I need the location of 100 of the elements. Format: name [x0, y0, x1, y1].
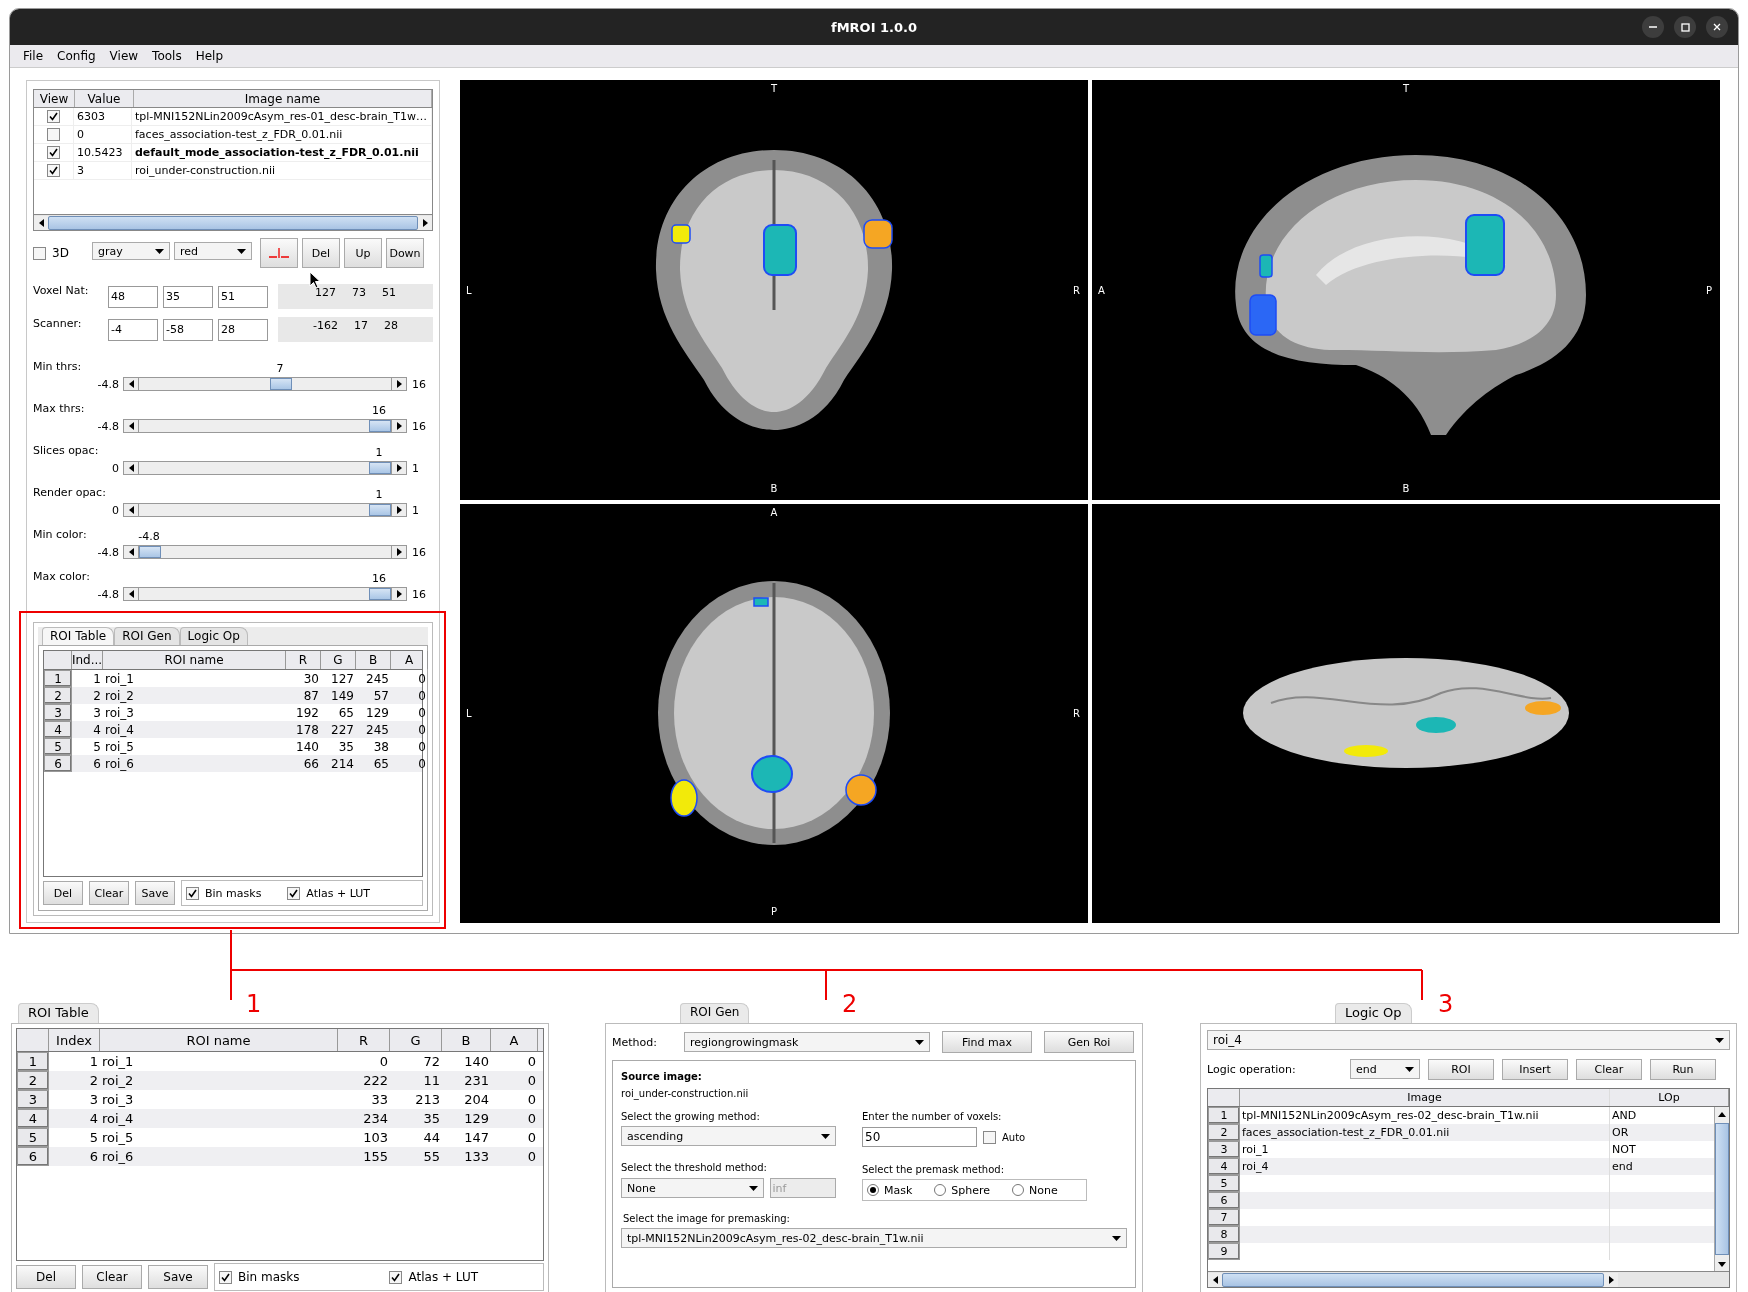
coordinate-field[interactable]: 28 — [218, 318, 268, 341]
crosshair-button[interactable] — [260, 238, 298, 268]
column-header[interactable]: Image — [1240, 1089, 1610, 1106]
panel-button[interactable]: Down — [386, 238, 424, 268]
premask-image-dropdown[interactable]: tpl-MNI152NLin2009cAsym_res-02_desc-brain_T1w.nii — [621, 1228, 1127, 1248]
panel-button[interactable]: Insert — [1502, 1058, 1568, 1080]
column-header[interactable]: ROI name — [100, 1029, 338, 1051]
panel-button[interactable]: Find max — [942, 1031, 1032, 1053]
row-header[interactable]: 6 — [44, 755, 72, 772]
column-header[interactable]: R — [286, 651, 321, 669]
column-header[interactable]: Value — [75, 90, 134, 107]
tab[interactable]: ROI Table — [18, 1003, 99, 1023]
coordinate-field[interactable]: 48 — [108, 285, 158, 308]
column-header[interactable]: G — [321, 651, 356, 669]
row-header[interactable]: 8 — [1208, 1226, 1240, 1243]
checkbox[interactable] — [33, 246, 46, 260]
menu-item[interactable]: Help — [188, 49, 230, 63]
vertical-scrollbar[interactable] — [1714, 1107, 1729, 1271]
panel-button[interactable]: Clear — [82, 1265, 142, 1289]
checkbox[interactable] — [47, 110, 60, 123]
column-header[interactable]: B — [442, 1029, 491, 1051]
minimize-button[interactable] — [1642, 16, 1664, 38]
threshold-method-dropdown[interactable]: None — [621, 1178, 764, 1198]
column-header[interactable]: Image name — [134, 90, 432, 107]
row-header[interactable]: 2 — [17, 1071, 49, 1090]
coordinate-field[interactable]: -4 — [108, 318, 158, 341]
checkbox[interactable] — [219, 1270, 232, 1284]
slider-thumb[interactable] — [369, 420, 391, 432]
panel-button[interactable]: Save — [135, 881, 175, 905]
row-header[interactable]: 2 — [44, 687, 72, 704]
row-header[interactable]: 5 — [44, 738, 72, 755]
image-view[interactable]: T B L R — [460, 80, 1088, 500]
slider[interactable] — [123, 461, 407, 475]
slider-thumb[interactable] — [369, 588, 391, 600]
column-header[interactable]: B — [356, 651, 391, 669]
row-header[interactable]: 6 — [17, 1147, 49, 1166]
tab[interactable]: ROI Gen — [114, 627, 180, 645]
tab[interactable]: ROI Table — [42, 627, 115, 645]
tab[interactable]: Logic Op — [1335, 1003, 1412, 1023]
checkbox[interactable] — [47, 128, 60, 141]
panel-button[interactable]: Gen Roi — [1044, 1031, 1134, 1053]
slider-thumb[interactable] — [270, 378, 293, 390]
column-header[interactable]: A — [491, 1029, 538, 1051]
slider[interactable] — [123, 377, 407, 391]
radio-button[interactable] — [934, 1184, 947, 1196]
menu-item[interactable]: Config — [50, 49, 103, 63]
voxel-count-field[interactable]: 50 — [862, 1127, 977, 1147]
row-header[interactable]: 2 — [1208, 1124, 1240, 1141]
column-header[interactable]: ROI name — [103, 651, 286, 669]
slider[interactable] — [123, 545, 407, 559]
column-header[interactable]: G — [390, 1029, 442, 1051]
panel-button[interactable]: Del — [302, 238, 340, 268]
table-cell[interactable]: default_mode_association-test_z_FDR_0.01.nii — [132, 144, 432, 161]
panel-button[interactable]: Del — [16, 1265, 76, 1289]
horizontal-scrollbar[interactable] — [34, 214, 432, 230]
checkbox[interactable] — [47, 164, 60, 177]
coordinate-field[interactable]: -58 — [163, 318, 213, 341]
row-header[interactable]: 7 — [1208, 1209, 1240, 1226]
slider-thumb[interactable] — [369, 504, 391, 516]
coordinate-field[interactable]: 35 — [163, 285, 213, 308]
roi-dropdown[interactable]: roi_4 — [1207, 1030, 1730, 1050]
panel-button[interactable]: Clear — [89, 881, 129, 905]
menu-item[interactable]: Tools — [145, 49, 189, 63]
image-view[interactable]: T B A P — [1092, 80, 1720, 500]
column-header[interactable]: Index — [49, 1029, 100, 1051]
checkbox[interactable] — [983, 1130, 996, 1144]
slider-thumb[interactable] — [139, 546, 161, 558]
row-header[interactable]: 9 — [1208, 1243, 1240, 1260]
tab[interactable]: ROI Gen — [680, 1003, 750, 1023]
row-header[interactable]: 6 — [1208, 1192, 1240, 1209]
tab[interactable]: Logic Op — [179, 627, 248, 645]
slider[interactable] — [123, 419, 407, 433]
colormap-dropdown[interactable]: gray — [92, 242, 170, 260]
row-header[interactable]: 3 — [1208, 1141, 1240, 1158]
panel-button[interactable]: Up — [344, 238, 382, 268]
checkbox[interactable] — [389, 1270, 403, 1284]
row-header[interactable]: 1 — [17, 1052, 49, 1071]
table-cell[interactable]: faces_association-test_z_FDR_0.01.nii — [132, 126, 432, 143]
checkbox[interactable] — [186, 886, 199, 900]
slider[interactable] — [123, 587, 407, 601]
column-header[interactable]: LOp — [1610, 1089, 1729, 1106]
table-cell[interactable]: tpl-MNI152NLin2009cAsym_res-01_desc-brain_T1w… — [132, 108, 432, 125]
close-button[interactable] — [1706, 16, 1728, 38]
row-header[interactable]: 3 — [17, 1090, 49, 1109]
row-header[interactable]: 5 — [17, 1128, 49, 1147]
panel-button[interactable]: Run — [1650, 1058, 1716, 1080]
radio-button[interactable] — [1012, 1184, 1025, 1196]
column-header[interactable]: A — [391, 651, 428, 669]
radio-button[interactable] — [867, 1184, 879, 1196]
panel-button[interactable]: Clear — [1576, 1058, 1642, 1080]
image-view[interactable]: A P L R — [460, 503, 1088, 923]
maximize-button[interactable] — [1674, 16, 1696, 38]
panel-button[interactable]: Del — [43, 881, 83, 905]
slider-thumb[interactable] — [369, 462, 391, 474]
coordinate-field[interactable]: 51 — [218, 285, 268, 308]
colormap-dropdown[interactable]: red — [174, 242, 252, 260]
slider[interactable] — [123, 503, 407, 517]
row-header[interactable]: 3 — [44, 704, 72, 721]
method-dropdown[interactable]: regiongrowingmask — [684, 1032, 930, 1052]
menu-item[interactable]: View — [102, 49, 146, 63]
